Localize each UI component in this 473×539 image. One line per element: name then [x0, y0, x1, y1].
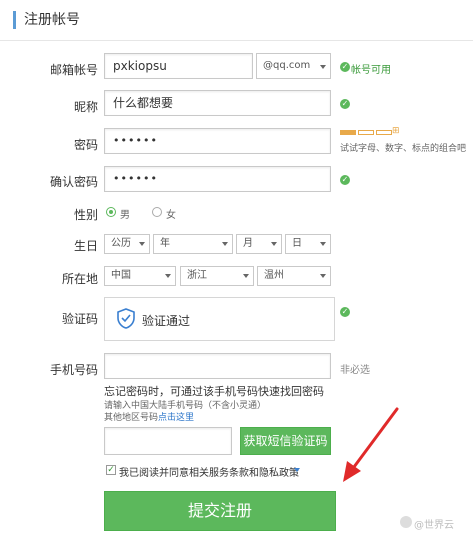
birth-day-value: 日 — [292, 238, 302, 249]
click-here-link[interactable]: 点击这里 — [158, 413, 194, 423]
birth-year-select[interactable]: 年 — [153, 234, 233, 254]
gender-female-label: 女 — [166, 210, 176, 221]
check-icon: ✓ — [340, 62, 350, 72]
confirm-password-label: 确认密码 — [49, 175, 98, 189]
check-icon: ✓ — [340, 175, 350, 185]
chevron-down-icon — [165, 274, 171, 278]
phone-note-other: 其他地区号码点击这里 — [104, 410, 194, 423]
chevron-down-icon — [320, 274, 326, 278]
password-strength-meter — [340, 130, 398, 136]
password-field[interactable]: •••••• — [104, 128, 331, 154]
email-domain-value: @qq.com — [263, 60, 311, 71]
chevron-down-icon — [243, 274, 249, 278]
email-domain-select[interactable]: @qq.com — [256, 53, 331, 79]
city-select[interactable]: 温州 — [257, 266, 331, 286]
sms-code-field[interactable] — [104, 427, 232, 455]
chevron-down-icon — [320, 65, 326, 69]
chevron-down-icon — [271, 242, 277, 246]
chevron-down-icon — [222, 242, 228, 246]
title-divider — [0, 40, 473, 41]
agreement-checkbox[interactable]: ✓ — [106, 465, 116, 475]
watermark-logo-icon — [400, 516, 412, 528]
birth-day-select[interactable]: 日 — [285, 234, 331, 254]
country-value: 中国 — [111, 270, 131, 281]
province-value: 浙江 — [187, 270, 207, 281]
check-icon: ✓ — [340, 307, 350, 317]
gender-female-radio[interactable] — [152, 207, 162, 217]
birthday-label: 生日 — [73, 239, 98, 253]
email-status: 帐号可用 — [351, 65, 391, 76]
phone-field[interactable] — [104, 353, 331, 379]
chevron-down-icon[interactable] — [294, 468, 300, 472]
country-select[interactable]: 中国 — [104, 266, 176, 286]
email-field[interactable]: pxkiopsu — [104, 53, 253, 79]
captcha-status: 验证通过 — [142, 314, 191, 328]
strength-icon: ⊞ — [392, 126, 400, 136]
birth-month-value: 月 — [243, 238, 253, 249]
birth-month-select[interactable]: 月 — [236, 234, 282, 254]
captcha-label: 验证码 — [61, 312, 98, 326]
watermark: @世界云 — [414, 520, 454, 531]
nickname-label: 昵称 — [73, 100, 98, 114]
get-sms-code-button[interactable]: 获取短信验证码 — [240, 427, 331, 455]
gender-label: 性别 — [73, 208, 98, 222]
phone-optional: 非必选 — [340, 365, 370, 376]
chevron-down-icon — [139, 242, 145, 246]
password-hint: 试试字母、数字、标点的组合吧 — [340, 144, 467, 154]
nickname-field[interactable]: 什么都想要 — [104, 90, 331, 116]
birth-year-value: 年 — [160, 238, 170, 249]
submit-button[interactable]: 提交注册 — [104, 491, 336, 531]
calendar-type-value: 公历 — [111, 238, 131, 249]
phone-note-other-text: 其他地区号码 — [104, 413, 159, 423]
confirm-password-field[interactable]: •••••• — [104, 166, 331, 192]
phone-label: 手机号码 — [49, 363, 98, 377]
city-value: 温州 — [264, 270, 284, 281]
red-arrow-annotation — [343, 407, 399, 482]
password-label: 密码 — [73, 138, 98, 152]
check-icon: ✓ — [340, 99, 350, 109]
chevron-down-icon — [320, 242, 326, 246]
agreement-text: 我已阅读并同意相关服务条款和隐私政策 — [119, 468, 299, 479]
phone-help: 忘记密码时，可通过该手机号码快速找回密码 — [104, 385, 324, 398]
province-select[interactable]: 浙江 — [180, 266, 254, 286]
gender-male-radio[interactable] — [106, 207, 116, 217]
page-title: 注册帐号 — [13, 11, 80, 29]
email-label: 邮箱帐号 — [49, 63, 98, 77]
shield-check-icon — [117, 308, 135, 329]
captcha-box[interactable]: 验证通过 — [104, 297, 335, 341]
gender-male-label: 男 — [120, 210, 130, 221]
calendar-type-select[interactable]: 公历 — [104, 234, 150, 254]
location-label: 所在地 — [61, 272, 98, 286]
